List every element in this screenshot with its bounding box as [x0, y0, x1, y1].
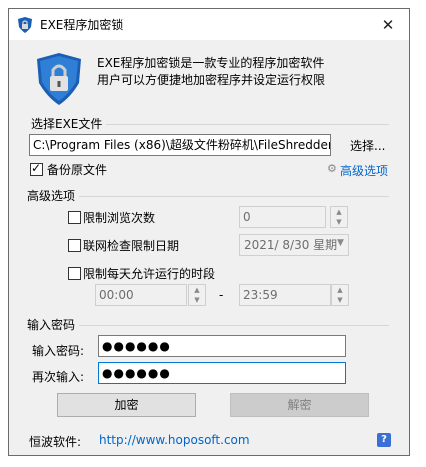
close-button[interactable]: ✕ [367, 9, 409, 40]
main-window: EXE程序加密锁 ✕ EXE程序加密锁是一款专业的程序加密软件 用户可以方便捷地… [8, 8, 410, 456]
limit-views-field[interactable]: 0 [239, 206, 326, 228]
limit-views-checkbox[interactable] [68, 211, 81, 224]
backup-label: 备份原文件 [47, 163, 108, 177]
spinner-up-icon: ▲ [336, 208, 342, 216]
decrypt-button[interactable]: 解密 [230, 393, 369, 417]
help-icon[interactable]: ? [377, 433, 391, 447]
shield-lock-icon [37, 53, 81, 105]
password-group-label: 输入密码 [27, 316, 80, 333]
date-value: 2021/ 8/30 星期 [244, 238, 338, 252]
title-bar[interactable]: EXE程序加密锁 ✕ [9, 9, 409, 40]
close-icon: ✕ [381, 15, 395, 34]
time-start-spinner[interactable]: ▲ ▼ [188, 284, 206, 306]
window-title: EXE程序加密锁 [40, 18, 124, 32]
time-start-field[interactable]: 00:00 [95, 284, 187, 306]
time-separator: - [219, 288, 224, 302]
password-label: 输入密码: [32, 344, 85, 358]
app-description: EXE程序加密锁是一款专业的程序加密软件 用户可以方便捷地加密程序并设定运行权限 [97, 55, 325, 89]
time-end-spinner[interactable]: ▲ ▼ [331, 284, 349, 306]
gear-icon: ⚙ [327, 162, 337, 175]
advanced-group-divider [31, 196, 389, 197]
limit-time-checkbox[interactable] [68, 267, 81, 280]
website-link[interactable]: http://www.hoposoft.com [99, 433, 250, 447]
password-group-divider [31, 325, 389, 326]
repeat-password-label: 再次输入: [32, 370, 85, 384]
password-input[interactable]: ●●●●●● [98, 335, 346, 357]
spinner-up-icon: ▲ [194, 286, 200, 294]
spinner-up-icon: ▲ [337, 286, 343, 294]
online-check-checkbox[interactable] [68, 239, 81, 252]
exe-path-field[interactable]: C:\Program Files (x86)\超级文件粉碎机\FileShred… [29, 134, 331, 156]
date-picker[interactable]: 2021/ 8/30 星期 [239, 234, 349, 256]
advanced-group-label: 高级选项 [27, 187, 80, 204]
description-line-2: 用户可以方便捷地加密程序并设定运行权限 [97, 73, 326, 87]
repeat-password-input[interactable]: ●●●●●● [98, 362, 346, 384]
spinner-down-icon: ▼ [194, 296, 200, 304]
browse-button[interactable]: 选择... [350, 137, 385, 154]
online-check-label: 联网检查限制日期 [83, 239, 180, 253]
chevron-down-icon: ▼ [337, 238, 344, 248]
shield-app-icon [18, 17, 32, 33]
limit-time-label: 限制每天允许运行的时段 [83, 267, 216, 281]
backup-checkbox[interactable] [30, 161, 43, 176]
description-line-1: EXE程序加密锁是一款专业的程序加密软件 [97, 56, 325, 70]
limit-views-label: 限制浏览次数 [83, 211, 156, 225]
limit-views-spinner[interactable]: ▲ ▼ [330, 206, 348, 228]
spinner-down-icon: ▼ [336, 218, 342, 226]
select-exe-group-label: 选择EXE文件 [31, 115, 107, 132]
company-label: 恒波软件: [29, 435, 82, 449]
advanced-options-link[interactable]: 高级选项 [340, 162, 388, 179]
spinner-down-icon: ▼ [337, 296, 343, 304]
encrypt-button[interactable]: 加密 [57, 393, 196, 417]
time-end-field[interactable]: 23:59 [239, 284, 331, 306]
